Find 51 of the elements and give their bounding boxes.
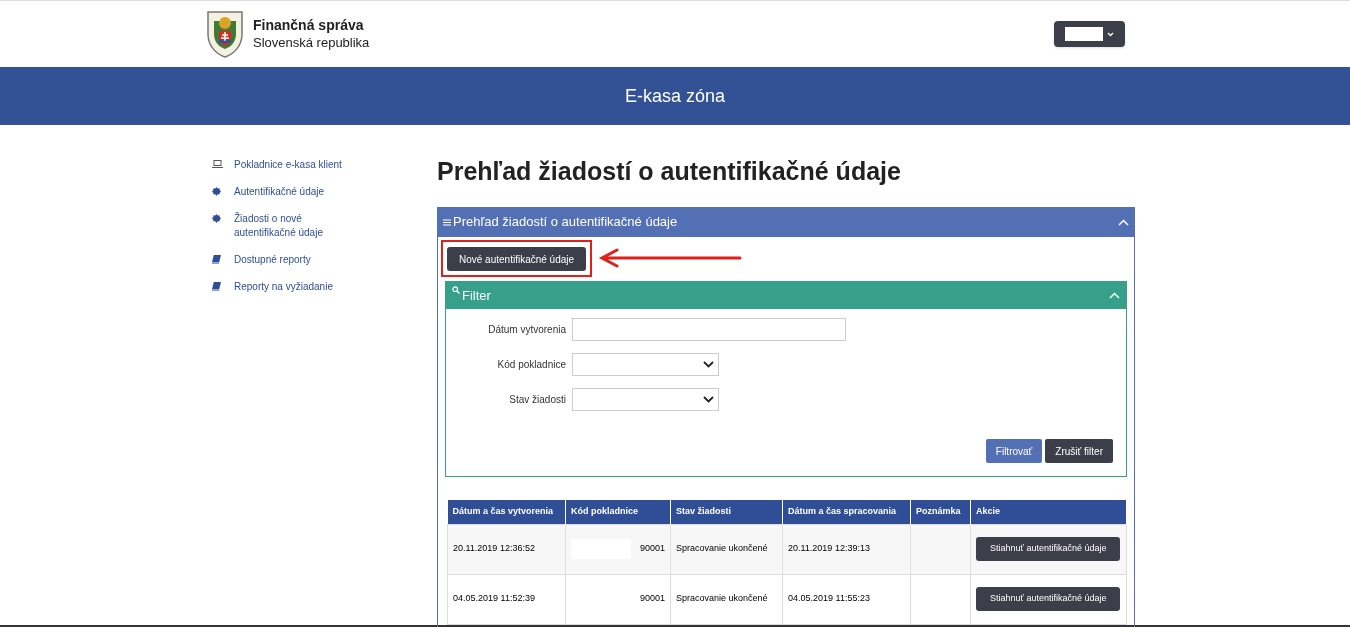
table-cell: Spracovanie ukončené [670, 574, 783, 624]
menu-icon [443, 218, 451, 226]
input-field[interactable] [572, 318, 846, 341]
sidebar-link[interactable]: Pokladnice e-kasa klient [234, 158, 344, 172]
collapse-icon[interactable] [1118, 218, 1129, 226]
panel-title: Prehľad žiadostí o autentifikačné údaje [453, 213, 678, 232]
sidebar-link[interactable]: Žiadosti o nové autentifikačné údaje [234, 212, 344, 240]
chevron-down-icon [703, 361, 714, 368]
sidebar-link[interactable]: Reporty na vyžiadanie [234, 280, 344, 294]
banner-title: E-kasa zóna [624, 84, 726, 108]
dropdown-field[interactable] [572, 353, 719, 376]
field-label: Stav žiadosti [508, 393, 566, 407]
filter-title: Filter [462, 286, 491, 305]
redaction-block [1065, 27, 1103, 41]
chevron-down-icon [703, 396, 714, 403]
field-label: Kód pokladnice [496, 358, 566, 372]
sidebar-link[interactable]: Autentifikačné údaje [234, 185, 344, 199]
download-button[interactable]: Stiahnuť autentifikačné údaje [976, 537, 1121, 561]
badge-icon [212, 187, 221, 196]
coat-of-arms-logo [205, 9, 245, 59]
collapse-icon[interactable] [1109, 292, 1120, 299]
table-cell: 90001 [639, 592, 665, 606]
user-menu-button[interactable] [1054, 21, 1125, 47]
table-cell: 04.05.2019 11:52:39 [447, 574, 566, 624]
table-cell: 04.05.2019 11:55:23 [782, 574, 911, 624]
caret-icon [1107, 31, 1114, 37]
new-credentials-button[interactable]: Nové autentifikačné údaje [447, 247, 587, 271]
column-header: Stav žiadosti [670, 500, 783, 524]
column-header: Dátum a čas vytvorenia [447, 500, 566, 524]
column-header: Poznámka [910, 500, 971, 524]
dropdown-field[interactable] [572, 388, 719, 411]
field-label: Dátum vytvorenia [487, 323, 566, 337]
organization-name: Finančná správa [253, 17, 365, 34]
laptop-icon [212, 160, 223, 168]
book-icon [212, 282, 221, 291]
page-title: Prehľad žiadostí o autentifikačné údaje [437, 156, 902, 187]
table-cell: 90001 [639, 542, 665, 556]
table-cell: 20.11.2019 12:39:13 [782, 524, 911, 574]
download-button[interactable]: Stiahnuť autentifikačné údaje [976, 587, 1121, 611]
search-icon [452, 285, 460, 294]
table-cell: 20.11.2019 12:36:52 [447, 524, 566, 574]
column-header: Akcie [970, 500, 1127, 524]
sidebar-link[interactable]: Dostupné reporty [234, 253, 344, 267]
column-header: Dátum a čas spracovania [782, 500, 911, 524]
organization-country: Slovenská republika [253, 34, 370, 51]
book-icon [212, 255, 221, 264]
filter-button[interactable]: Filtrovať [985, 439, 1043, 463]
badge-icon [212, 214, 221, 223]
table-cell: Spracovanie ukončené [670, 524, 783, 574]
column-header: Kód pokladnice [565, 500, 671, 524]
reset-filter-button[interactable]: Zrušiť filter [1045, 439, 1113, 463]
